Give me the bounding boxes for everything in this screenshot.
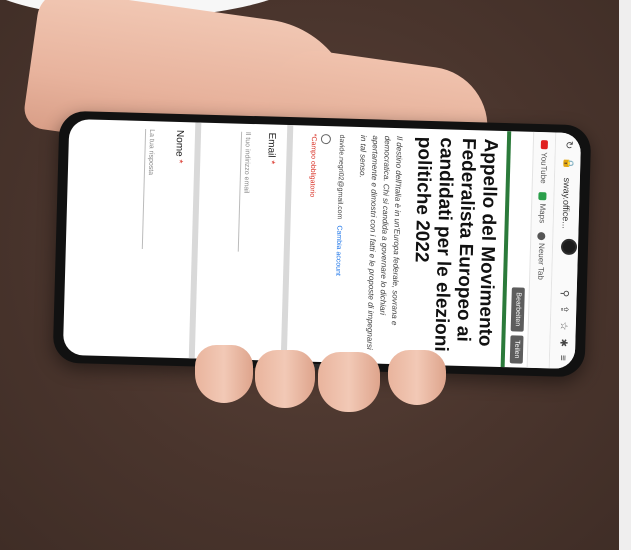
lock-icon: 🔒 xyxy=(562,157,574,170)
bookmark-maps[interactable]: Maps xyxy=(538,192,548,223)
finger xyxy=(255,350,315,408)
form-title: Appello del Movimento Federalista Europe… xyxy=(410,136,502,352)
email-field[interactable]: Il tuo indirizzo email xyxy=(237,131,252,252)
finger xyxy=(195,345,253,403)
share-icon[interactable]: ⇪ xyxy=(558,305,569,314)
new-tab-icon xyxy=(537,232,546,241)
phone-screen: ↻ 🔒 sway.office... ⚲ ⇪ ☆ ✱ ≡ YouTube Map… xyxy=(62,118,582,370)
rotated-webpage: ↻ 🔒 sway.office... ⚲ ⇪ ☆ ✱ ≡ YouTube Map… xyxy=(63,119,582,370)
cloud-save-icon xyxy=(320,133,332,145)
extensions-icon[interactable]: ✱ xyxy=(557,338,568,347)
finger xyxy=(318,352,380,412)
share-button[interactable]: Teilen xyxy=(510,335,525,364)
url-text[interactable]: sway.office... xyxy=(560,178,572,282)
bookmark-new-tab[interactable]: Neuer Tab xyxy=(536,232,546,280)
photo-scene: ↻ 🔒 sway.office... ⚲ ⇪ ☆ ✱ ≡ YouTube Map… xyxy=(0,0,631,550)
section-divider xyxy=(188,122,202,359)
form-description: Il destino dell'Italia è in un'Europa fe… xyxy=(357,134,405,350)
account-email: davide.negri02@gmail.com xyxy=(335,134,346,220)
maps-icon xyxy=(538,192,548,201)
bookmark-youtube[interactable]: YouTube xyxy=(539,140,549,184)
star-icon[interactable]: ☆ xyxy=(558,321,569,330)
section-divider xyxy=(280,124,294,362)
youtube-icon xyxy=(540,140,548,150)
required-note: *Campo obbligatorio xyxy=(308,133,318,198)
form-toolbar: Bearbeiten Teilen xyxy=(507,281,529,368)
reload-icon[interactable]: ↻ xyxy=(563,141,574,150)
menu-icon[interactable]: ≡ xyxy=(557,355,568,361)
finger xyxy=(388,350,446,405)
name-field[interactable]: La tua risposta xyxy=(141,129,156,250)
account-line: davide.negri02@gmail.com Cambia account xyxy=(332,134,345,356)
smartphone: ↻ 🔒 sway.office... ⚲ ⇪ ☆ ✱ ≡ YouTube Map… xyxy=(52,110,592,378)
email-label: Email * xyxy=(265,132,278,165)
white-edge-strip xyxy=(619,0,631,550)
search-icon[interactable]: ⚲ xyxy=(559,290,570,298)
switch-account-link[interactable]: Cambia account xyxy=(334,225,342,276)
name-label: Nome * xyxy=(173,129,186,164)
edit-button[interactable]: Bearbeiten xyxy=(511,287,526,332)
